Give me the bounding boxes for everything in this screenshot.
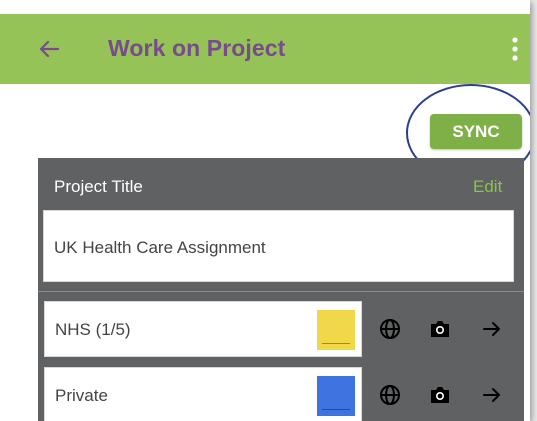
camera-icon[interactable]: [429, 318, 451, 340]
edit-link[interactable]: Edit: [473, 177, 502, 197]
swatch-underline: [322, 409, 350, 410]
globe-icon[interactable]: [379, 384, 401, 406]
divider: [38, 291, 524, 292]
arrow-right-icon[interactable]: [481, 384, 503, 406]
arrow-right-icon[interactable]: [481, 318, 503, 340]
section-row-nhs[interactable]: NHS (1/5): [44, 301, 362, 357]
app-screen: Work on Project SYNC Project Title Edit …: [0, 0, 530, 421]
color-swatch[interactable]: [317, 310, 355, 350]
globe-icon[interactable]: [379, 318, 401, 340]
section-label: Private: [55, 386, 108, 405]
project-title-field[interactable]: UK Health Care Assignment: [43, 210, 514, 282]
app-bar: Work on Project: [0, 14, 530, 84]
camera-icon[interactable]: [429, 384, 451, 406]
project-title-label: Project Title: [54, 177, 143, 196]
more-vert-icon[interactable]: [510, 36, 520, 62]
project-title-value: UK Health Care Assignment: [54, 238, 266, 257]
arrow-left-icon[interactable]: [34, 34, 64, 64]
page-title: Work on Project: [108, 35, 286, 61]
section-label: NHS (1/5): [55, 320, 131, 339]
color-swatch[interactable]: [317, 376, 355, 416]
section-row-private[interactable]: Private: [44, 367, 362, 421]
swatch-underline: [322, 343, 350, 344]
sync-button[interactable]: SYNC: [430, 114, 522, 149]
